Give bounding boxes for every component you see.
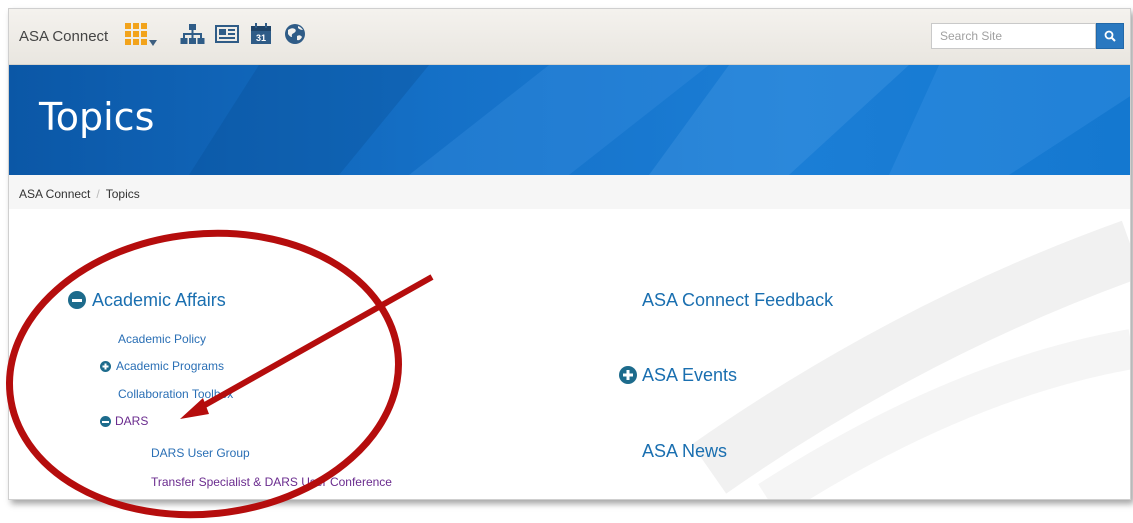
browser-frame: ASA Connect 31 Search Site Topics ASA Co… xyxy=(8,8,1131,500)
banner-decoration xyxy=(189,65,1130,175)
search-input[interactable] xyxy=(931,23,1096,49)
topic-dars[interactable]: DARS xyxy=(115,414,148,428)
calendar-day: 31 xyxy=(256,33,266,43)
collapse-icon[interactable] xyxy=(68,291,86,309)
globe-icon[interactable] xyxy=(282,21,308,47)
expand-icon[interactable] xyxy=(619,366,637,384)
apps-grid-icon[interactable] xyxy=(123,21,149,47)
topic-academic-programs[interactable]: Academic Programs xyxy=(116,359,224,373)
topic-academic-policy[interactable]: Academic Policy xyxy=(118,332,206,346)
collapse-icon[interactable] xyxy=(100,416,111,427)
site-map-icon[interactable] xyxy=(179,21,205,47)
topic-dars-user-group[interactable]: DARS User Group xyxy=(151,446,250,460)
topic-collaboration-toolbox[interactable]: Collaboration Toolbox xyxy=(118,387,233,401)
topic-asa-news[interactable]: ASA News xyxy=(642,441,727,462)
chevron-down-icon[interactable] xyxy=(149,40,157,46)
expand-icon[interactable] xyxy=(100,361,111,372)
calendar-icon[interactable]: 31 xyxy=(248,21,274,47)
breadcrumb-current: Topics xyxy=(105,187,140,201)
breadcrumb: ASA Connect / Topics xyxy=(9,175,1130,209)
breadcrumb-separator: / xyxy=(96,187,100,201)
breadcrumb-home-link[interactable]: ASA Connect xyxy=(19,187,90,201)
search-button[interactable] xyxy=(1096,23,1124,49)
topic-academic-affairs[interactable]: Academic Affairs xyxy=(92,290,226,311)
search-icon xyxy=(1104,30,1116,42)
topic-transfer-specialist-conference[interactable]: Transfer Specialist & DARS User Conferen… xyxy=(151,475,392,489)
top-bar: ASA Connect 31 Search Site xyxy=(9,9,1130,65)
page-banner: Topics xyxy=(9,65,1130,175)
page-title: Topics xyxy=(39,95,155,139)
site-title-link[interactable]: ASA Connect xyxy=(19,28,108,45)
topic-asa-events[interactable]: ASA Events xyxy=(642,365,737,386)
topic-asa-connect-feedback[interactable]: ASA Connect Feedback xyxy=(642,290,833,311)
news-icon[interactable] xyxy=(214,21,240,47)
